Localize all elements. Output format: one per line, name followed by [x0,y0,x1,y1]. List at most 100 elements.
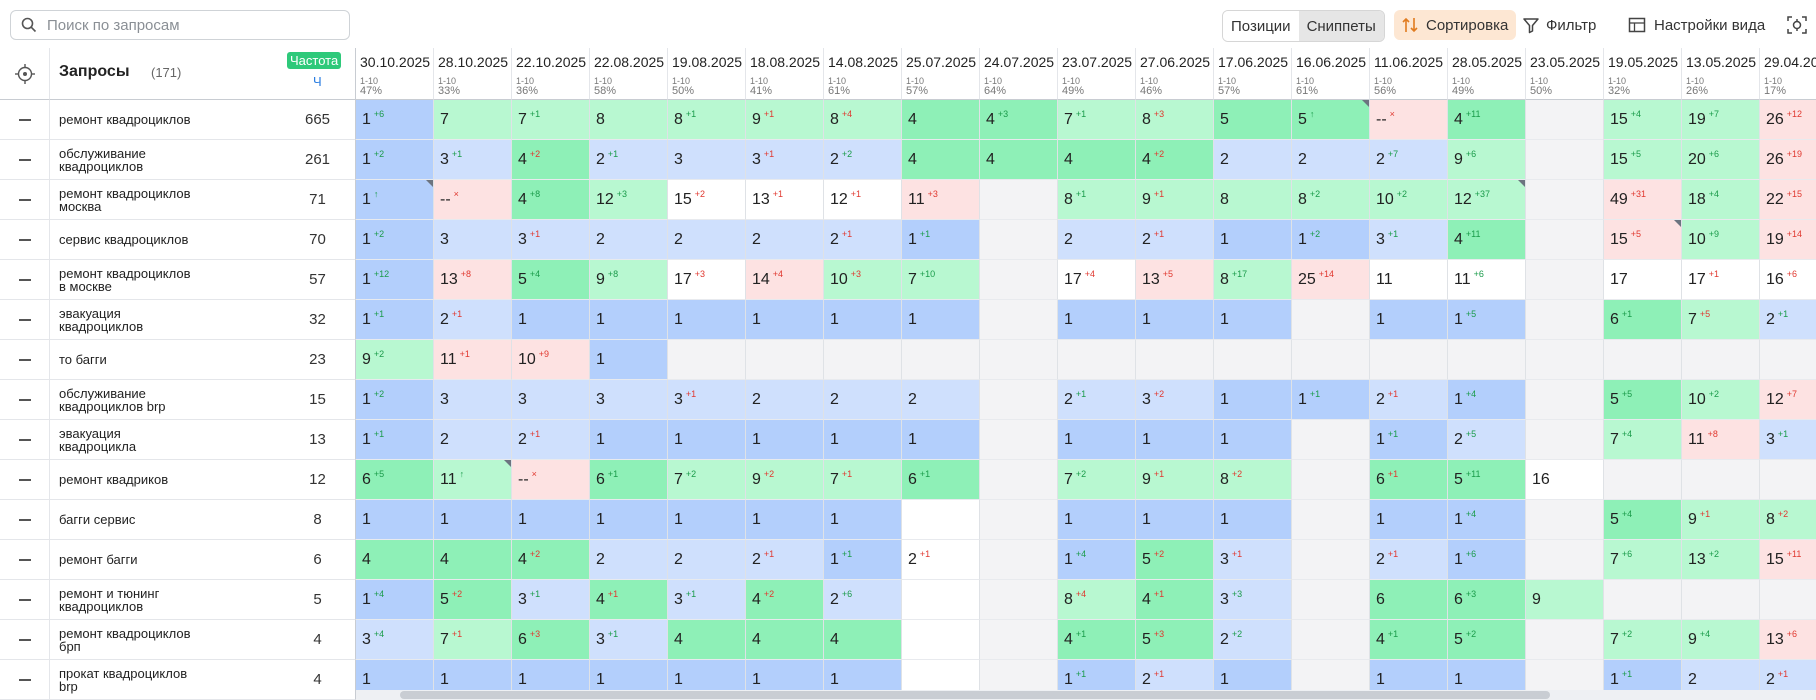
position-cell[interactable]: 3 +1 [512,220,590,260]
position-cell[interactable]: 13 +8 [434,260,512,300]
date-column-header[interactable]: 30.10.2025 1-10 47% [356,48,434,100]
queries-header[interactable]: Запросы (171) [50,48,280,100]
position-cell[interactable]: 17 +1 [1682,260,1760,300]
position-cell[interactable]: 2 +1 [590,140,668,180]
position-cell[interactable]: 5 +2 [1136,540,1214,580]
position-cell[interactable] [980,620,1058,660]
row-toggle[interactable] [0,420,50,460]
position-cell[interactable]: 8 +2 [1760,500,1816,540]
row-toggle[interactable] [0,100,50,140]
position-cell[interactable]: 2 +2 [1214,620,1292,660]
position-cell[interactable]: 10 +9 [512,340,590,380]
position-cell[interactable]: 4 [902,140,980,180]
position-cell[interactable]: 1 [1058,420,1136,460]
position-cell[interactable]: 12 +3 [590,180,668,220]
row-toggle[interactable] [0,260,50,300]
position-cell[interactable]: 2 +1 [746,540,824,580]
date-column-header[interactable]: 14.08.2025 1-10 61% [824,48,902,100]
position-cell[interactable] [980,260,1058,300]
position-cell[interactable]: 19 +14 [1760,220,1816,260]
position-cell[interactable]: 6 +3 [512,620,590,660]
position-cell[interactable]: 4 +11 [1448,220,1526,260]
position-cell[interactable]: 10 +9 [1682,220,1760,260]
position-cell[interactable]: -- × [1370,100,1448,140]
position-cell[interactable]: 6 [1370,580,1448,620]
position-cell[interactable]: 1 [590,340,668,380]
position-cell[interactable]: 5 +11 [1448,460,1526,500]
position-cell[interactable] [1526,540,1604,580]
position-cell[interactable]: 8 +2 [1292,180,1370,220]
position-cell[interactable]: 1 +12 [356,260,434,300]
date-column-header[interactable]: 24.07.2025 1-10 64% [980,48,1058,100]
position-cell[interactable] [902,620,980,660]
position-cell[interactable]: 11 +1 [434,340,512,380]
row-toggle[interactable] [0,540,50,580]
position-cell[interactable]: 1 [1214,300,1292,340]
position-cell[interactable]: 1 [1136,300,1214,340]
row-toggle[interactable] [0,500,50,540]
position-cell[interactable]: 2 +1 [1370,380,1448,420]
position-cell[interactable] [980,300,1058,340]
position-cell[interactable] [1058,340,1136,380]
date-column-header[interactable]: 19.08.2025 1-10 50% [668,48,746,100]
date-column-header[interactable]: 25.07.2025 1-10 57% [902,48,980,100]
position-cell[interactable] [1292,300,1370,340]
position-cell[interactable]: 15 +4 [1604,100,1682,140]
position-cell[interactable]: 3 +1 [512,580,590,620]
position-cell[interactable]: 2 +1 [902,540,980,580]
position-cell[interactable]: 2 +1 [1058,380,1136,420]
position-cell[interactable]: 8 +2 [1214,460,1292,500]
position-cell[interactable]: 5 +2 [1448,620,1526,660]
date-column-header[interactable]: 23.05.2025 1-10 50% [1526,48,1604,100]
position-cell[interactable]: 1 +1 [1292,380,1370,420]
select-all-cell[interactable] [0,48,50,100]
position-cell[interactable]: 8 +17 [1214,260,1292,300]
position-cell[interactable]: 4 [434,540,512,580]
position-cell[interactable]: 7 +4 [1604,420,1682,460]
position-cell[interactable]: 5 +2 [434,580,512,620]
position-cell[interactable]: 12 +37 [1448,180,1526,220]
frequency-header[interactable]: Частота Ч [280,48,356,100]
position-cell[interactable]: 1 [1214,500,1292,540]
row-toggle[interactable] [0,140,50,180]
position-cell[interactable]: 1 [1214,220,1292,260]
position-cell[interactable]: 11 +6 [1448,260,1526,300]
position-cell[interactable]: 1 +4 [356,580,434,620]
position-cell[interactable]: 2 +1 [1760,300,1816,340]
position-cell[interactable] [902,340,980,380]
position-cell[interactable]: 8 [590,100,668,140]
position-cell[interactable]: 8 +4 [824,100,902,140]
position-cell[interactable]: 9 +4 [1682,620,1760,660]
position-cell[interactable]: 15 +2 [668,180,746,220]
position-cell[interactable]: 7 +1 [824,460,902,500]
position-cell[interactable]: 1 +2 [356,220,434,260]
filter-button[interactable]: Фильтр [1522,10,1596,40]
position-cell[interactable]: 4 [746,620,824,660]
position-cell[interactable]: 4 +3 [980,100,1058,140]
position-cell[interactable] [980,380,1058,420]
position-cell[interactable] [1526,620,1604,660]
position-cell[interactable]: 6 +3 [1448,580,1526,620]
position-cell[interactable]: 11 [1370,260,1448,300]
position-cell[interactable]: 1 [746,300,824,340]
position-cell[interactable]: 4 +8 [512,180,590,220]
position-cell[interactable] [1604,340,1682,380]
position-cell[interactable]: 1 [356,500,434,540]
position-cell[interactable]: 2 +5 [1448,420,1526,460]
position-cell[interactable]: 2 [434,420,512,460]
position-cell[interactable]: 1 +1 [1370,420,1448,460]
position-cell[interactable] [980,500,1058,540]
position-cell[interactable]: 4 +2 [1136,140,1214,180]
position-cell[interactable]: 13 +1 [746,180,824,220]
position-cell[interactable]: 4 +1 [1058,620,1136,660]
tab-positions[interactable]: Позиции [1223,11,1299,41]
position-cell[interactable]: 4 +11 [1448,100,1526,140]
date-column-header[interactable]: 27.06.2025 1-10 46% [1136,48,1214,100]
position-cell[interactable] [1682,340,1760,380]
position-cell[interactable]: 2 +1 [1136,220,1214,260]
date-column-header[interactable]: 28.10.2025 1-10 33% [434,48,512,100]
position-cell[interactable]: 2 +1 [1370,540,1448,580]
position-cell[interactable]: 3 +4 [356,620,434,660]
position-cell[interactable]: 1 [590,420,668,460]
position-cell[interactable]: 2 +2 [824,140,902,180]
